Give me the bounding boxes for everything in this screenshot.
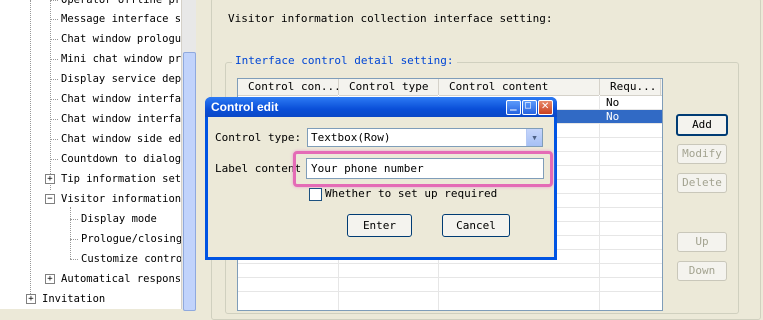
control-type-select[interactable]: Textbox(Row) ▾	[307, 128, 543, 147]
tree-item-customize-control[interactable]: Customize control	[0, 250, 181, 268]
label-content-value: Your phone number	[311, 162, 424, 175]
tree-item-invitation[interactable]: + Invitation	[0, 290, 181, 308]
down-button[interactable]: Down	[677, 261, 727, 281]
tree-item[interactable]: Countdown to dialog	[0, 150, 181, 168]
column-header-control-type[interactable]: Control type	[339, 79, 438, 96]
required-checkbox[interactable]	[309, 188, 322, 201]
dialog-title: Control edit	[211, 100, 279, 114]
expand-icon[interactable]: +	[45, 274, 55, 284]
tree-item[interactable]: Display service department	[0, 70, 181, 88]
group-title: Interface control detail setting:	[232, 54, 457, 67]
tree-item-automatical-response[interactable]: + Automatical response	[0, 270, 181, 288]
tree-item-visitor-information[interactable]: − Visitor information	[0, 190, 181, 208]
control-type-label: Control type:	[215, 131, 302, 144]
tree-item-tip-information[interactable]: + Tip information setting	[0, 170, 181, 188]
minimize-icon: _	[510, 98, 517, 111]
expand-icon[interactable]: +	[45, 174, 55, 184]
maximize-icon: □	[525, 100, 532, 111]
navigation-tree: Operator offline prompt Message interfac…	[0, 0, 181, 309]
control-type-value: Textbox(Row)	[311, 131, 391, 144]
dialog-title-bar[interactable]: Control edit _ □ ✕	[205, 97, 557, 117]
maximize-button[interactable]: □	[522, 100, 537, 115]
tree-item-display-mode[interactable]: Display mode	[0, 210, 181, 228]
minimize-button[interactable]: _	[506, 98, 521, 115]
tree-item[interactable]: Chat window side edge	[0, 130, 181, 148]
up-button[interactable]: Up	[677, 232, 727, 252]
tree-scrollbar-thumb[interactable]	[183, 52, 196, 311]
enter-button[interactable]: Enter	[347, 214, 412, 237]
column-header-required[interactable]: Requ...	[600, 79, 662, 96]
tree-item-prologue-closing[interactable]: Prologue/closing	[0, 230, 181, 248]
expand-icon[interactable]: +	[26, 294, 36, 304]
required-cell: No	[606, 110, 620, 123]
close-button[interactable]: ✕	[538, 100, 553, 115]
tree-item[interactable]: Chat window interface	[0, 90, 181, 108]
dropdown-arrow-icon[interactable]: ▾	[526, 129, 542, 146]
tree-item[interactable]: Mini chat window prologue	[0, 50, 181, 68]
tree-item[interactable]: Chat window prologue	[0, 30, 181, 48]
tree-item[interactable]: Chat window interface	[0, 110, 181, 128]
required-checkbox-label: Whether to set up required	[325, 187, 498, 200]
delete-button[interactable]: Delete	[677, 173, 727, 193]
tree-item[interactable]: Message interface setting	[0, 10, 181, 28]
required-cell: No	[606, 96, 620, 109]
tree-item[interactable]: Operator offline prompt	[0, 0, 181, 9]
collapse-icon[interactable]: −	[45, 194, 55, 204]
label-content-label: Label content	[215, 162, 302, 175]
modify-button[interactable]: Modify	[677, 144, 727, 164]
column-header-control-content[interactable]: Control con...	[238, 79, 338, 96]
column-header-control-content-value[interactable]: Control content	[439, 79, 599, 96]
page-heading: Visitor information collection interface…	[228, 12, 553, 25]
close-icon: ✕	[541, 101, 550, 112]
add-button[interactable]: Add	[676, 114, 728, 136]
cancel-button[interactable]: Cancel	[442, 214, 510, 237]
label-content-input[interactable]: Your phone number	[306, 158, 544, 179]
